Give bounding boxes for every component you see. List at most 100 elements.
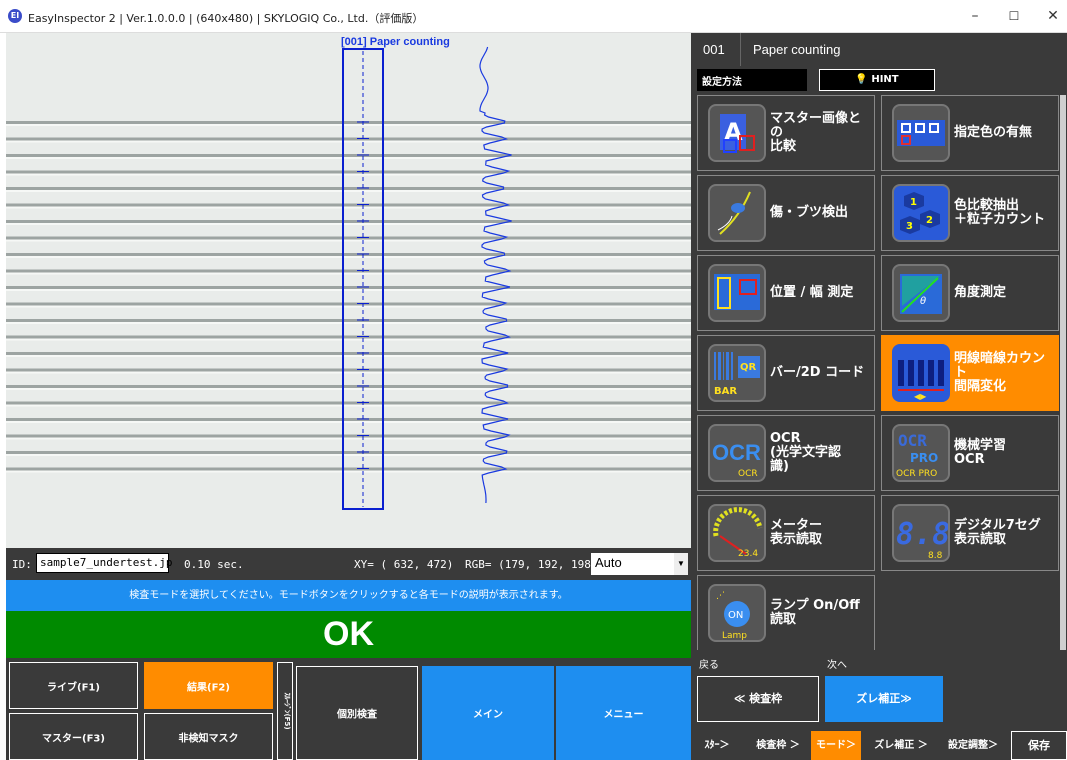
step-offset-correction[interactable]: ズレ補正 ＞	[865, 731, 937, 760]
mode-label: 色比較抽出 ＋粒子カウント	[954, 198, 1046, 227]
step-setting-adjust[interactable]: 設定調整＞	[939, 731, 1007, 760]
svg-text:Lamp: Lamp	[722, 631, 747, 640]
mode-color-presence[interactable]: 指定色の有無	[881, 95, 1059, 171]
paper-edge-line	[6, 220, 691, 223]
paper-edge-highlight	[6, 338, 691, 341]
mode-line-count[interactable]: ◀▶ 明線暗線カウント 間隔変化	[881, 335, 1059, 411]
paper-edge-highlight	[6, 223, 691, 225]
lightbulb-icon: 💡	[855, 74, 868, 85]
step-master[interactable]: ｽﾀｰ＞	[691, 731, 743, 760]
mode-position-width[interactable]: 位置 / 幅 測定	[697, 255, 875, 331]
paper-edge-line	[6, 286, 691, 289]
mode-label: 指定色の有無	[954, 125, 1033, 140]
color-presence-icon	[892, 104, 950, 162]
mode-ocr[interactable]: OCR OCR OCR (光学文字認 識)	[697, 415, 875, 491]
svg-text:⋰: ⋰	[716, 591, 725, 601]
svg-text:BAR: BAR	[714, 386, 737, 397]
window-title: EasyInspector 2 | Ver.1.0.0.0 | (640x480…	[28, 12, 424, 25]
mode-grid: A マスター画像との 比較 指定色の有無 傷・ブツ検出 12 3 色比較抽出 ＋粒…	[697, 95, 1059, 652]
mode-particle-count[interactable]: 12 3 色比較抽出 ＋粒子カウント	[881, 175, 1059, 251]
xy-readout: XY= ( 632, 472)	[354, 558, 454, 571]
svg-text:3: 3	[906, 221, 913, 232]
scratch-detect-icon	[708, 184, 766, 242]
mode-barcode[interactable]: QR BAR バー/2D コード	[697, 335, 875, 411]
paper-edge-highlight	[6, 470, 691, 473]
app-logo-icon: EI	[8, 9, 22, 23]
mode-select-value: Auto	[595, 555, 622, 570]
inspection-number: 001	[703, 42, 725, 57]
paper-edge-highlight	[6, 256, 691, 258]
paper-edge-highlight	[6, 322, 691, 324]
mode-label: マスター画像との 比較	[770, 111, 862, 154]
nodetect-mask-button[interactable]: 非検知マスク	[144, 713, 273, 760]
rgb-readout: RGB= (179, 192, 198)	[465, 558, 598, 571]
settings-panel: 001 Paper counting 設定方法 💡 HINT A マスター画像と…	[691, 33, 1067, 760]
paper-edge-highlight	[6, 404, 691, 407]
save-button[interactable]: 保存	[1011, 731, 1067, 760]
svg-text:OCR: OCR	[898, 431, 927, 450]
lamp-icon: ON ⋰ Lamp	[708, 584, 766, 642]
control-buttons: ライブ(F1) 結果(F2) マスター(F3) 非検知マスク ｽﾙｰｼﾞﾝ(F5…	[6, 658, 691, 760]
mode-lamp[interactable]: ON ⋰ Lamp ランプ On/Off 読取	[697, 575, 875, 651]
svg-text:ON: ON	[728, 610, 743, 621]
mode-ml-ocr[interactable]: OCR PRO OCR PRO 機械学習 OCR	[881, 415, 1059, 491]
line-count-icon: ◀▶	[892, 344, 950, 402]
mode-master-compare[interactable]: A マスター画像との 比較	[697, 95, 875, 171]
master-button[interactable]: マスター(F3)	[9, 713, 138, 760]
info-bar: ID: sample7_undertest.jp 0.10 sec. XY= (…	[6, 548, 691, 580]
hint-button[interactable]: 💡 HINT	[819, 69, 935, 91]
maximize-button[interactable]: ☐	[1003, 6, 1025, 26]
menu-button[interactable]: メニュー	[556, 666, 691, 760]
live-button[interactable]: ライブ(F1)	[9, 662, 138, 709]
paper-edge-highlight	[6, 272, 691, 275]
minimize-button[interactable]: –	[964, 6, 986, 26]
camera-view[interactable]: [001] Paper counting	[6, 33, 691, 548]
paper-edge-line	[6, 170, 691, 174]
angle-measure-icon: θ	[892, 264, 950, 322]
inspection-header: 001 Paper counting	[691, 33, 1067, 66]
paper-edge-line	[6, 319, 691, 322]
paper-edge-highlight	[6, 239, 691, 242]
paper-edge-highlight	[6, 371, 691, 374]
mode-meter[interactable]: 23.4 メーター 表示読取	[697, 495, 875, 571]
narrow-button[interactable]: ｽﾙｰｼﾞﾝ(F5)	[277, 662, 293, 760]
left-pane: [001] Paper counting ID: sample7_underte…	[6, 33, 691, 760]
mode-label: ランプ On/Off 読取	[770, 598, 860, 627]
mode-seven-seg[interactable]: 8.8 8.8 デジタル7セグ 表示読取	[881, 495, 1059, 571]
main-button[interactable]: メイン	[422, 666, 554, 760]
paper-edge-line	[6, 385, 691, 388]
result-button[interactable]: 結果(F2)	[144, 662, 273, 709]
paper-edge-line	[6, 467, 691, 471]
process-time: 0.10 sec.	[184, 558, 244, 571]
scrollbar-thumb[interactable]	[1060, 95, 1066, 652]
mode-scratch-detect[interactable]: 傷・ブツ検出	[697, 175, 875, 251]
mode-label: 位置 / 幅 測定	[770, 285, 854, 300]
svg-text:23.4: 23.4	[738, 549, 758, 559]
meter-icon: 23.4	[708, 504, 766, 562]
seven-seg-icon: 8.8 8.8	[892, 504, 950, 562]
mode-scrollbar[interactable]	[1059, 95, 1067, 652]
filename-field[interactable]: sample7_undertest.jp	[36, 553, 172, 573]
mode-label: 明線暗線カウント 間隔変化	[954, 351, 1046, 394]
back-button[interactable]: ≪ 検査枠	[697, 676, 819, 722]
svg-text:◀▶: ◀▶	[914, 392, 927, 400]
barcode-icon: QR BAR	[708, 344, 766, 402]
mode-angle-measure[interactable]: θ 角度測定	[881, 255, 1059, 331]
paper-edge-highlight	[6, 305, 691, 308]
paper-edge-line	[6, 434, 691, 438]
roi-label: [001] Paper counting	[341, 36, 450, 48]
close-button[interactable]: ✕	[1042, 6, 1064, 26]
paper-edge-line	[6, 418, 691, 421]
step-mode[interactable]: モード＞	[811, 731, 861, 760]
paper-edge-line	[6, 187, 691, 190]
paper-edge-highlight	[6, 124, 691, 126]
next-button[interactable]: ズレ補正≫	[825, 676, 943, 722]
step-inspection-frame[interactable]: 検査枠 ＞	[747, 731, 809, 760]
mode-select[interactable]: Auto ▼	[591, 553, 688, 575]
paper-edge-line	[6, 368, 691, 372]
paper-edge-line	[6, 154, 691, 157]
position-width-icon	[708, 264, 766, 322]
individual-check-button[interactable]: 個別検査	[296, 666, 418, 760]
paper-edge-highlight	[6, 437, 691, 440]
title-bar: EI EasyInspector 2 | Ver.1.0.0.0 | (640x…	[0, 0, 1067, 33]
